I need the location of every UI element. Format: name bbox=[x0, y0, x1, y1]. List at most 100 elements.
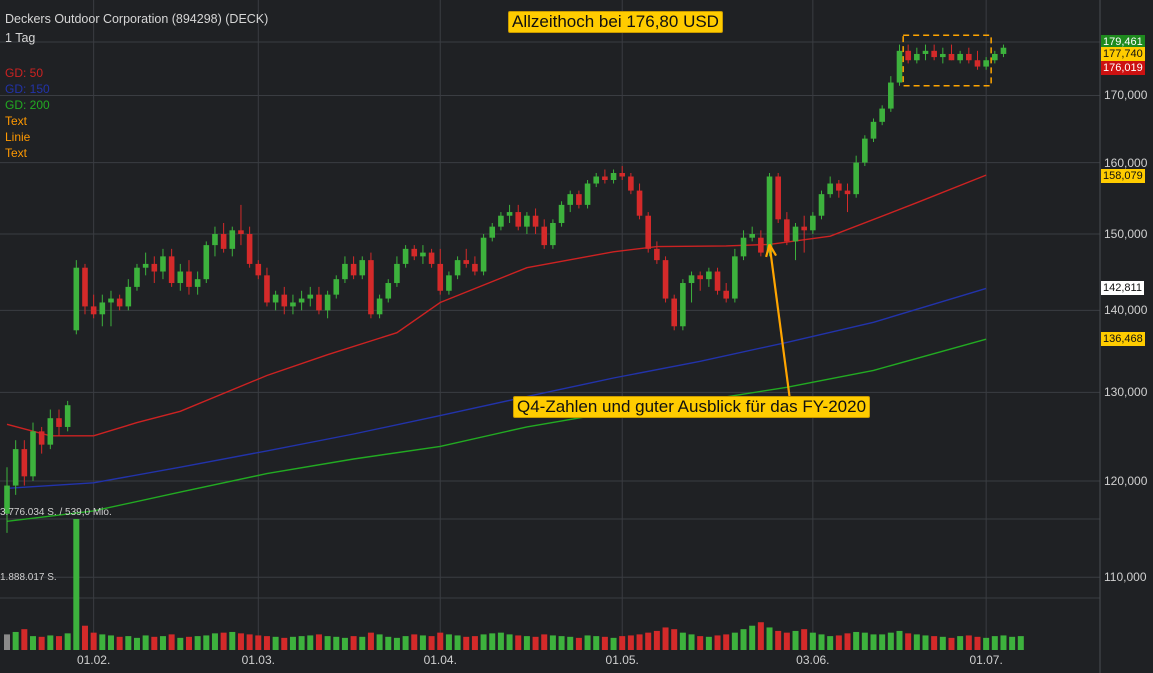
x-tick-label: 01.07. bbox=[969, 653, 1003, 667]
volume-bar bbox=[584, 635, 591, 650]
candle-body bbox=[134, 267, 140, 287]
volume-bar bbox=[541, 634, 548, 650]
volume-bar bbox=[705, 636, 712, 650]
candle-body bbox=[645, 215, 652, 249]
volume-bar bbox=[55, 636, 62, 650]
volume-bar bbox=[1017, 636, 1024, 650]
volume-bar bbox=[341, 637, 348, 650]
x-tick-label: 03.06. bbox=[796, 653, 830, 667]
chart-panel: Deckers Outdoor Corporation (894298) (DE… bbox=[0, 0, 1153, 673]
y-tick-label: 160,000 bbox=[1104, 155, 1148, 170]
candle-body bbox=[766, 176, 773, 253]
volume-bar bbox=[905, 633, 912, 650]
candle-body bbox=[957, 53, 963, 61]
candle-body bbox=[636, 190, 643, 216]
volume-bar bbox=[783, 632, 790, 650]
candle-body bbox=[454, 260, 461, 276]
price-tag: 177,740 bbox=[1101, 47, 1145, 61]
candle-body bbox=[463, 260, 470, 264]
volume-bar bbox=[870, 634, 877, 650]
volume-bar bbox=[861, 632, 868, 650]
candle-body bbox=[870, 121, 877, 139]
volume-max-label: 3.776.034 S. / 539,0 Mio. bbox=[0, 507, 112, 518]
volume-bar bbox=[549, 635, 556, 650]
volume-bar bbox=[298, 636, 305, 650]
candle-body bbox=[567, 194, 574, 205]
legend-item: GD: 200 bbox=[5, 98, 50, 112]
volume-bar bbox=[1000, 635, 1007, 650]
candle-body bbox=[272, 294, 279, 303]
y-tick-label: 130,000 bbox=[1104, 385, 1148, 400]
candle-body bbox=[30, 431, 36, 477]
volume-bar bbox=[948, 637, 955, 650]
candle-body bbox=[792, 226, 799, 242]
volume-bar bbox=[939, 636, 946, 650]
candle-body bbox=[749, 233, 755, 238]
legend-item: Linie bbox=[5, 130, 31, 144]
candle-body bbox=[810, 215, 816, 231]
volume-bar bbox=[454, 635, 461, 650]
volume-bar bbox=[792, 630, 799, 650]
volume-bar bbox=[289, 636, 296, 650]
candle-body bbox=[333, 279, 340, 295]
candle-body bbox=[940, 53, 946, 58]
volume-bar bbox=[73, 519, 80, 650]
price-tag: 136,468 bbox=[1101, 331, 1145, 346]
volume-bar bbox=[315, 634, 322, 650]
candle-body bbox=[194, 279, 201, 287]
candle-body bbox=[671, 298, 678, 327]
volume-bar bbox=[350, 636, 357, 650]
candle-body bbox=[862, 138, 868, 163]
volume-bar bbox=[653, 630, 660, 650]
stock-chart bbox=[0, 0, 1153, 673]
candle-body bbox=[784, 219, 790, 242]
volume-bar bbox=[4, 634, 10, 650]
volume-bar bbox=[801, 629, 808, 650]
candle-body bbox=[628, 176, 634, 191]
volume-bar bbox=[185, 636, 192, 650]
volume-bar bbox=[965, 635, 972, 650]
volume-bar bbox=[12, 631, 19, 650]
volume-bar bbox=[731, 632, 738, 650]
candle-body bbox=[732, 256, 738, 299]
legend-item: GD: 50 bbox=[5, 66, 44, 80]
volume-bar bbox=[272, 636, 279, 650]
volume-bar bbox=[255, 635, 262, 650]
volume-bar bbox=[662, 627, 669, 650]
volume-bar bbox=[931, 636, 938, 650]
candle-body bbox=[818, 194, 825, 216]
x-tick-label: 01.05. bbox=[605, 653, 639, 667]
volume-bar bbox=[558, 636, 565, 650]
volume-bar bbox=[957, 636, 964, 650]
volume-bar bbox=[636, 634, 643, 650]
volume-bar bbox=[575, 637, 582, 650]
candle-body bbox=[680, 283, 686, 327]
candle-body bbox=[532, 215, 539, 227]
volume-bar bbox=[835, 635, 842, 650]
volume-bar bbox=[281, 637, 288, 650]
volume-bar bbox=[133, 637, 140, 650]
candle-body bbox=[662, 260, 669, 299]
candle-body bbox=[706, 271, 712, 280]
volume-bar bbox=[116, 636, 123, 650]
volume-bar bbox=[601, 636, 608, 650]
volume-bar bbox=[679, 632, 686, 650]
candle-body bbox=[82, 267, 88, 307]
volume-bar bbox=[645, 632, 652, 650]
candle-body bbox=[524, 215, 530, 227]
volume-bar bbox=[428, 636, 435, 650]
volume-bar bbox=[29, 636, 36, 650]
candle-body bbox=[281, 294, 288, 307]
candle-body bbox=[948, 53, 955, 61]
volume-bar bbox=[21, 629, 28, 650]
interval-label: 1 Tag bbox=[5, 31, 36, 45]
candle-body bbox=[472, 263, 478, 272]
candle-body bbox=[186, 271, 192, 287]
candle-body bbox=[697, 275, 703, 280]
volume-bar bbox=[506, 634, 513, 650]
volume-bar bbox=[991, 636, 998, 650]
candle-body bbox=[905, 50, 911, 61]
candle-body bbox=[775, 176, 781, 220]
candle-body bbox=[437, 263, 444, 291]
candle-body bbox=[307, 294, 314, 299]
